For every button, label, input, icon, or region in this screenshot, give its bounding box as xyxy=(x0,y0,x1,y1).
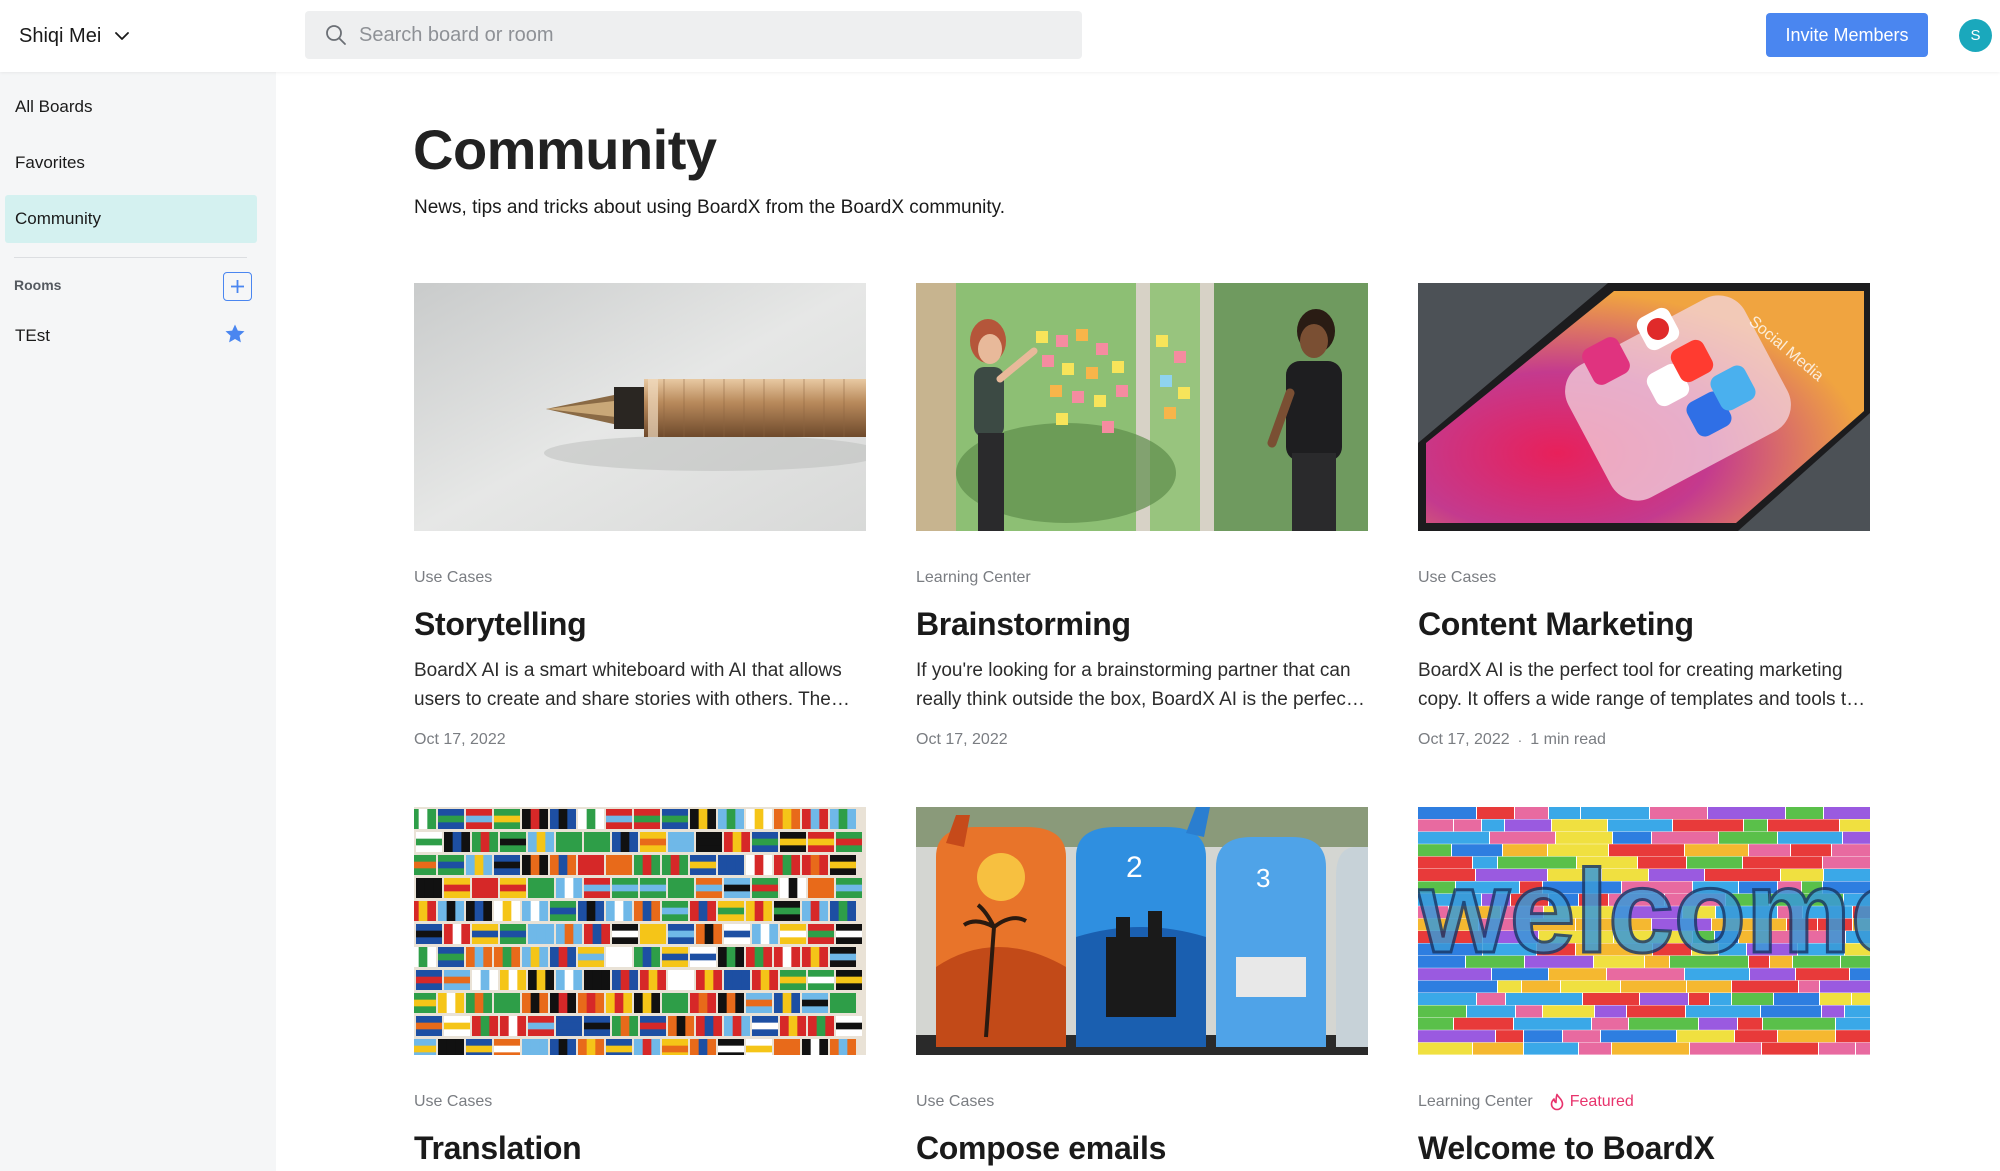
card-meta: Learning Center xyxy=(916,568,1368,588)
svg-text:3: 3 xyxy=(1256,863,1270,893)
card-date: Oct 17, 2022 xyxy=(916,731,1008,748)
card-meta: Learning Center Featured xyxy=(1418,1092,1870,1112)
card-meta: Use Cases xyxy=(1418,568,1870,588)
svg-text:welcome: welcome xyxy=(1418,846,1870,978)
sidebar: All Boards Favorites Community Rooms TEs… xyxy=(0,72,276,1171)
card-meta: Use Cases xyxy=(916,1092,1368,1112)
add-room-button[interactable] xyxy=(223,272,252,301)
room-item-label: TEst xyxy=(15,326,50,345)
card-category: Use Cases xyxy=(1418,569,1497,586)
plus-icon xyxy=(231,280,244,293)
article-card-welcome-to-boardx[interactable]: welcome Learning Center Featured Welcome… xyxy=(1418,807,1870,1167)
card-read-time: 1 min read xyxy=(1530,731,1606,748)
sidebar-item-favorites[interactable]: Favorites xyxy=(5,139,257,187)
card-date: Oct 17, 2022 xyxy=(1418,731,1510,748)
sidebar-item-label: Favorites xyxy=(15,153,85,172)
card-date-row: Oct 17, 2022 xyxy=(916,731,1368,749)
search-icon xyxy=(326,25,346,45)
chevron-down-icon xyxy=(115,32,130,40)
card-title: Translation xyxy=(414,1130,582,1166)
card-image-sticky-notes-meeting xyxy=(916,283,1368,531)
room-item-test[interactable]: TEst xyxy=(5,312,257,360)
card-description: BoardX AI is the perfect tool for creati… xyxy=(1418,660,1857,710)
card-title: Brainstorming xyxy=(916,606,1131,642)
page-subtitle: News, tips and tricks about using BoardX… xyxy=(414,197,1006,218)
avatar[interactable]: S xyxy=(1959,19,1992,52)
sidebar-item-all-boards[interactable]: All Boards xyxy=(5,83,257,131)
card-title: Compose emails xyxy=(916,1130,1167,1166)
card-image-fountain-pen xyxy=(414,283,866,531)
card-image-welcome-wall: welcome xyxy=(1418,807,1870,1055)
article-card-translation[interactable]: Use Cases Translation xyxy=(414,807,866,1167)
featured-badge: Featured xyxy=(1549,1093,1634,1111)
rooms-section-label: Rooms xyxy=(14,277,62,293)
card-image-painted-mailboxes: 2 3 xyxy=(916,807,1368,1055)
sidebar-item-label: Community xyxy=(15,209,101,228)
workspace-name: Shiqi Mei xyxy=(19,24,102,47)
svg-text:2: 2 xyxy=(1126,851,1143,884)
card-image-social-media-phone: Social Media xyxy=(1418,283,1870,531)
card-description: If you're looking for a brainstorming pa… xyxy=(916,660,1352,710)
article-card-storytelling[interactable]: Use Cases Storytelling BoardX AI is a sm… xyxy=(414,283,866,749)
search-box[interactable] xyxy=(305,11,1082,59)
card-category: Use Cases xyxy=(916,1093,995,1110)
card-category: Use Cases xyxy=(414,1093,493,1110)
flame-icon xyxy=(1550,1093,1564,1111)
card-date-row: Oct 17, 2022 · 1 min read xyxy=(1418,731,1870,749)
star-icon[interactable] xyxy=(223,322,247,346)
card-title: Welcome to BoardX xyxy=(1418,1130,1715,1166)
sidebar-item-label: All Boards xyxy=(15,97,93,116)
card-date: Oct 17, 2022 xyxy=(414,731,506,748)
workspace-switcher[interactable]: Shiqi Mei xyxy=(19,18,131,54)
sidebar-item-community[interactable]: Community xyxy=(5,195,257,243)
card-description: BoardX AI is a smart whiteboard with AI … xyxy=(414,660,842,710)
invite-members-button[interactable]: Invite Members xyxy=(1766,13,1928,57)
card-title: Content Marketing xyxy=(1418,606,1694,642)
article-card-compose-emails[interactable]: 2 3 Use Cases Compose emails xyxy=(916,807,1368,1167)
card-image-world-flags xyxy=(414,807,866,1055)
meta-separator: · xyxy=(1517,732,1523,748)
card-meta: Use Cases xyxy=(414,568,866,588)
sidebar-divider xyxy=(14,257,247,258)
card-category: Use Cases xyxy=(414,569,493,586)
card-title: Storytelling xyxy=(414,606,587,642)
top-bar: Shiqi Mei Invite Members S xyxy=(0,0,2000,72)
card-category: Learning Center xyxy=(916,569,1031,586)
article-card-brainstorming[interactable]: Learning Center Brainstorming If you're … xyxy=(916,283,1368,749)
card-meta: Use Cases xyxy=(414,1092,866,1112)
page-title: Community xyxy=(413,118,717,181)
card-category: Learning Center xyxy=(1418,1093,1533,1110)
card-date-row: Oct 17, 2022 xyxy=(414,731,866,749)
search-input[interactable] xyxy=(359,23,1059,47)
featured-label: Featured xyxy=(1569,1093,1634,1110)
article-card-content-marketing[interactable]: Social Media Use Cases Content Marketing… xyxy=(1418,283,1870,749)
